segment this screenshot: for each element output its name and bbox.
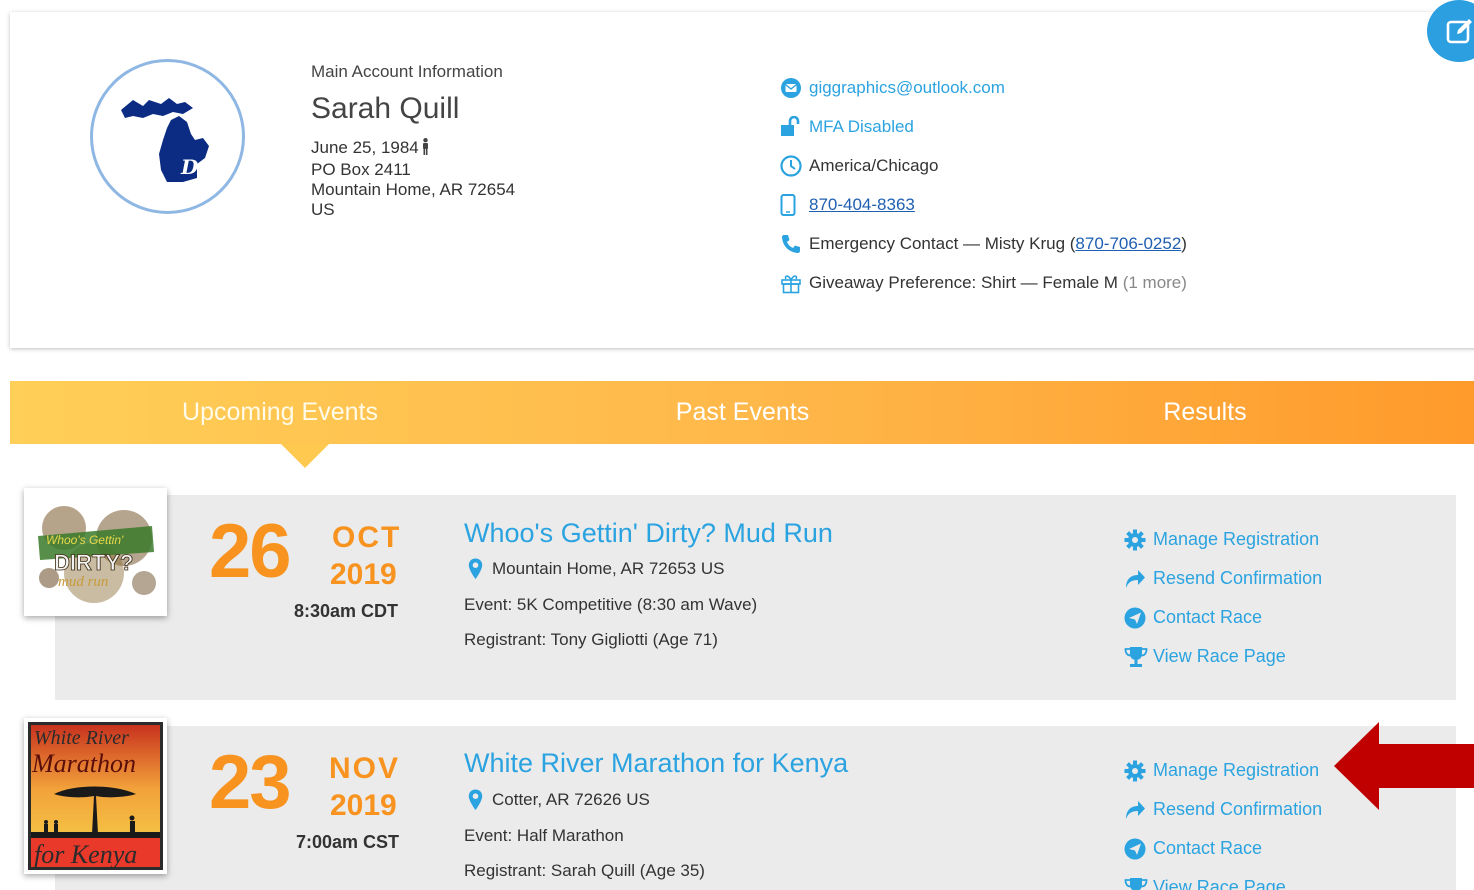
giveaway-row: Giveaway Preference: Shirt — Female M (1… — [780, 263, 1187, 302]
logo-text-2: Marathon — [31, 749, 136, 778]
email-row: giggraphics@outlook.com — [780, 68, 1187, 107]
contact-race-label: Contact Race — [1153, 607, 1263, 627]
address-line-1: PO Box 2411 — [311, 160, 411, 179]
address-line-2: Mountain Home, AR 72654 — [311, 180, 516, 199]
view-race-page-label: View Race Page — [1153, 877, 1286, 890]
event-1-time: 8:30am CDT — [294, 601, 399, 621]
email-icon — [780, 77, 806, 99]
timezone: America/Chicago — [809, 155, 939, 175]
dob: June 25, 1984 — [311, 138, 419, 157]
view-race-page-button[interactable]: View Race Page — [1124, 868, 1322, 890]
event-2-location: Cotter, AR 72626 US — [492, 790, 650, 809]
mud-run-logo-icon: Whoo's Gettin' DIRTY? mud run — [24, 488, 167, 616]
map-pin-icon — [468, 558, 483, 580]
logo-text-3: mud run — [58, 574, 108, 590]
section-label: Main Account Information — [311, 62, 503, 81]
event-2-registrant: Registrant: Sarah Quill (Age 35) — [464, 861, 705, 880]
event-2-time: 7:00am CST — [296, 832, 400, 852]
map-pin-icon — [468, 789, 483, 811]
logo-text-1: Whoo's Gettin' — [46, 533, 124, 547]
account-name: Sarah Quill — [311, 92, 460, 125]
phone-link[interactable]: 870-404-8363 — [809, 195, 915, 215]
tab-past-events[interactable]: Past Events — [510, 381, 975, 444]
event-2-type: Event: Half Marathon — [464, 826, 624, 845]
svg-text:D: D — [180, 155, 199, 179]
event-2-year: 2019 — [330, 789, 397, 822]
red-arrow-icon — [1334, 722, 1474, 815]
event-1-title[interactable]: Whoo's Gettin' Dirty? Mud Run — [464, 518, 833, 549]
event-1-year: 2019 — [330, 558, 397, 591]
send-icon — [1124, 607, 1153, 629]
unlock-icon — [780, 115, 806, 138]
event-1-actions: Manage Registration Resend Confirmation … — [1124, 520, 1322, 676]
mfa-row: MFA Disabled — [780, 107, 1187, 146]
phone-icon — [780, 233, 806, 255]
emergency-row: Emergency Contact — Misty Krug (870-706-… — [780, 224, 1187, 263]
send-icon — [1124, 838, 1153, 860]
share-arrow-icon — [1124, 799, 1153, 821]
manage-registration-label: Manage Registration — [1153, 529, 1320, 549]
trophy-icon — [1124, 877, 1153, 890]
tab-results[interactable]: Results — [975, 381, 1435, 444]
email-link[interactable]: giggraphics@outlook.com — [809, 78, 1005, 98]
country: US — [311, 200, 335, 219]
manage-registration-label: Manage Registration — [1153, 760, 1320, 780]
michigan-logo-icon: D — [120, 97, 209, 182]
tab-upcoming-events[interactable]: Upcoming Events — [10, 381, 550, 444]
mobile-phone-icon — [780, 193, 806, 216]
event-2-location-row: Cotter, AR 72626 US — [468, 789, 650, 811]
manage-registration-button[interactable]: Manage Registration — [1124, 520, 1322, 559]
gear-icon — [1124, 760, 1153, 782]
logo-text-2: DIRTY? — [54, 550, 133, 575]
dob-line: June 25, 1984 — [311, 138, 515, 160]
share-arrow-icon — [1124, 568, 1153, 590]
event-1-registrant: Registrant: Tony Gigliotti (Age 71) — [464, 630, 718, 649]
phone-row: 870-404-8363 — [780, 185, 1187, 224]
person-icon — [422, 138, 429, 160]
event-2-month: NOV — [329, 752, 401, 785]
logo-text-1: White River — [34, 727, 129, 749]
emergency-prefix: Emergency Contact — Misty Krug ( — [809, 233, 1076, 253]
avatar: D — [90, 59, 245, 214]
contact-list: giggraphics@outlook.com MFA Disabled Ame… — [780, 68, 1187, 302]
resend-confirmation-label: Resend Confirmation — [1153, 799, 1323, 819]
marathon-kenya-logo-icon: White River Marathon for Kenya — [28, 722, 163, 870]
account-info: Main Account Information Sarah Quill Jun… — [311, 62, 515, 220]
events-tab-bar: Upcoming Events Past Events Results — [10, 381, 1474, 444]
account-card: D Main Account Information Sarah Quill J… — [10, 12, 1474, 348]
resend-confirmation-button[interactable]: Resend Confirmation — [1124, 559, 1322, 598]
contact-race-label: Contact Race — [1153, 838, 1263, 858]
gear-icon — [1124, 529, 1153, 551]
event-1-location: Mountain Home, AR 72653 US — [492, 559, 725, 578]
event-1-type: Event: 5K Competitive (8:30 am Wave) — [464, 595, 758, 614]
view-race-page-button[interactable]: View Race Page — [1124, 637, 1322, 676]
clock-icon — [780, 154, 806, 177]
resend-confirmation-button[interactable]: Resend Confirmation — [1124, 790, 1322, 829]
manage-registration-button[interactable]: Manage Registration — [1124, 751, 1322, 790]
event-2-actions: Manage Registration Resend Confirmation … — [1124, 751, 1322, 890]
event-1-month: OCT — [332, 521, 402, 554]
contact-race-button[interactable]: Contact Race — [1124, 829, 1322, 868]
resend-confirmation-label: Resend Confirmation — [1153, 568, 1323, 588]
trophy-icon — [1124, 646, 1153, 668]
gift-icon — [780, 272, 806, 294]
logo-text-3: for Kenya — [34, 840, 137, 869]
giveaway-more[interactable]: (1 more) — [1123, 273, 1187, 293]
edit-icon — [1446, 19, 1472, 44]
emergency-suffix: ) — [1181, 233, 1187, 253]
mfa-link[interactable]: MFA Disabled — [809, 117, 914, 137]
view-race-page-label: View Race Page — [1153, 646, 1286, 666]
event-logo-1[interactable]: Whoo's Gettin' DIRTY? mud run — [24, 488, 167, 616]
timezone-row: America/Chicago — [780, 146, 1187, 185]
event-1-location-row: Mountain Home, AR 72653 US — [468, 558, 724, 580]
event-2-day: 23 — [209, 740, 292, 825]
event-1-day: 26 — [209, 509, 292, 594]
event-2-title[interactable]: White River Marathon for Kenya — [464, 748, 848, 779]
contact-race-button[interactable]: Contact Race — [1124, 598, 1322, 637]
giveaway-preference: Giveaway Preference: Shirt — Female M — [809, 272, 1118, 292]
event-logo-2[interactable]: White River Marathon for Kenya — [24, 718, 167, 874]
emergency-phone-link[interactable]: 870-706-0252 — [1075, 234, 1181, 254]
active-tab-caret — [281, 444, 329, 468]
